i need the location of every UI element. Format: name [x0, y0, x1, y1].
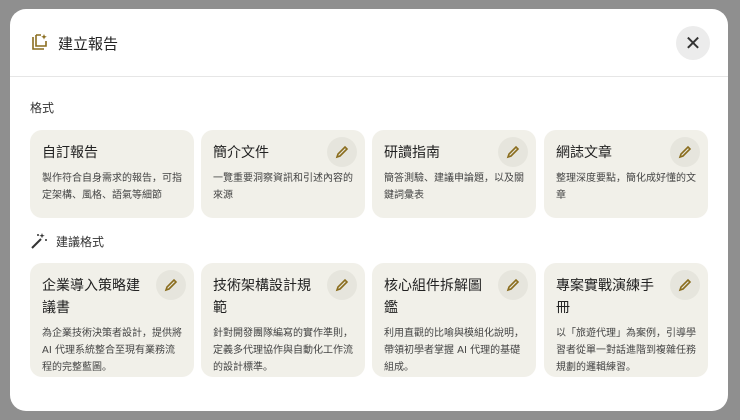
formats-card[interactable]: 研讀指南 簡答測驗、建議申論題，以及關鍵詞彙表 [372, 130, 536, 218]
edit-button[interactable] [670, 137, 700, 167]
formats-card[interactable]: 簡介文件 一覽重要洞察資訊和引述內容的來源 [201, 130, 365, 218]
card-title: 自訂報告 [42, 145, 98, 161]
card-description: 針對開發團隊編寫的實作準則，定義多代理協作與自動化工作流的設計標準。 [213, 328, 353, 373]
suggested-card[interactable]: 專案實戰演練手冊 以「旅遊代理」為案例，引導學習者從單一對話進階到複雜任務規劃的邏… [544, 263, 708, 377]
edit-button[interactable] [498, 137, 528, 167]
edit-button[interactable] [327, 137, 357, 167]
card-description: 一覽重要洞察資訊和引述內容的來源 [213, 173, 353, 201]
suggested-card[interactable]: 技術架構設計規範 針對開發團隊編寫的實作準則，定義多代理協作與自動化工作流的設計標… [201, 263, 365, 377]
pencil-icon [335, 145, 349, 159]
create-report-dialog: 建立報告 ✕ 格式 自訂報告製作符合自身需求的報告，可指定架構、風格、語氣等細節… [10, 9, 728, 411]
card-description: 整理深度要點，簡化成好懂的文章 [556, 173, 696, 201]
formats-heading: 格式 [30, 101, 55, 115]
suggested-card[interactable]: 企業導入策略建議書 為企業技術決策者設計，提供將 AI 代理系統整合至現有業務流程… [30, 263, 194, 377]
edit-button[interactable] [498, 270, 528, 300]
close-button[interactable]: ✕ [676, 26, 710, 60]
card-description: 以「旅遊代理」為案例，引導學習者從單一對話進階到複雜任務規劃的邏輯練習。 [556, 328, 696, 373]
edit-button[interactable] [156, 270, 186, 300]
suggested-card[interactable]: 核心組件拆解圖鑑 利用直觀的比喻與模組化說明，帶領初學者掌握 AI 代理的基礎組成… [372, 263, 536, 377]
formats-card[interactable]: 自訂報告製作符合自身需求的報告，可指定架構、風格、語氣等細節 [30, 130, 194, 218]
report-sparkle-icon [32, 34, 47, 50]
card-description: 簡答測驗、建議申論題，以及關鍵詞彙表 [384, 173, 524, 201]
card-description: 利用直觀的比喻與模組化說明，帶領初學者掌握 AI 代理的基礎組成。 [384, 328, 524, 373]
magic-wand-icon [31, 233, 47, 249]
edit-button[interactable] [327, 270, 357, 300]
pencil-icon [678, 145, 692, 159]
dialog-header: 建立報告 ✕ [10, 9, 728, 77]
pencil-icon [678, 278, 692, 292]
suggested-label: 建議格式 [56, 234, 105, 249]
pencil-icon [506, 278, 520, 292]
pencil-icon [335, 278, 349, 292]
edit-button[interactable] [670, 270, 700, 300]
dialog-title: 建立報告 [58, 35, 119, 53]
formats-card[interactable]: 網誌文章 整理深度要點，簡化成好懂的文章 [544, 130, 708, 218]
pencil-icon [506, 145, 520, 159]
card-description: 為企業技術決策者設計，提供將 AI 代理系統整合至現有業務流程的完整藍圖。 [42, 328, 182, 373]
pencil-icon [164, 278, 178, 292]
suggested-heading: 建議格式 [30, 232, 104, 250]
card-description: 製作符合自身需求的報告，可指定架構、風格、語氣等細節 [42, 173, 182, 201]
